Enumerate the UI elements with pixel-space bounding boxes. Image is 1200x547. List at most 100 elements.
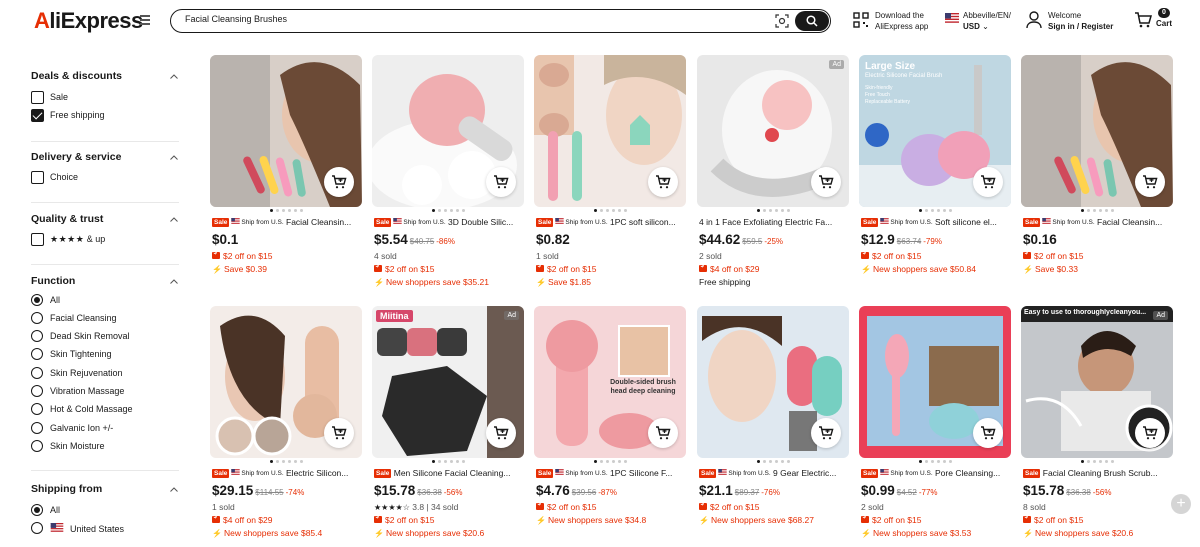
function-radio[interactable] <box>31 385 43 397</box>
sign-in-link[interactable]: Welcome Sign in / Register <box>1048 10 1113 32</box>
product-title[interactable]: Sale Ship from U.S. Soft silicone el... <box>861 217 1011 229</box>
product-title[interactable]: Sale Ship from U.S. Electric Silicon... <box>212 468 362 480</box>
chevron-up-icon[interactable] <box>170 217 178 222</box>
function-radio[interactable] <box>31 367 43 379</box>
add-to-cart-button[interactable] <box>973 167 1003 197</box>
add-to-cart-button[interactable] <box>648 418 678 448</box>
product-title[interactable]: Sale Ship from U.S. 1PC soft silicon... <box>536 217 686 229</box>
search-button[interactable] <box>795 11 829 31</box>
region-selector[interactable]: Abbeville/EN/USD ⌄ <box>963 10 1011 32</box>
carousel-dots[interactable] <box>210 209 362 214</box>
product-image[interactable]: Ad Easy to use to thoroughlycleanyou... <box>1021 306 1173 458</box>
function-radio[interactable] <box>31 440 43 452</box>
product-title[interactable]: Sale Facial Cleaning Brush Scrub... <box>1023 468 1173 480</box>
carousel-dots[interactable] <box>697 460 849 465</box>
product-title[interactable]: Sale Ship from U.S. Pore Cleansing... <box>861 468 1011 480</box>
bolt-icon: ⚡ <box>1023 529 1033 538</box>
function-radio[interactable] <box>31 294 43 306</box>
product-image[interactable]: Ad Miitina <box>372 306 524 458</box>
aliexpress-logo[interactable]: AliExpress <box>34 8 150 34</box>
bolt-icon: ⚡ <box>699 516 709 525</box>
user-icon[interactable] <box>1026 11 1042 29</box>
add-to-cart-button[interactable] <box>811 418 841 448</box>
coupon-offer: $2 off on $15 <box>861 250 921 261</box>
product-title[interactable]: Sale Ship from U.S. Facial Cleansin... <box>212 217 362 229</box>
search-bar[interactable]: Facial Cleansing Brushes <box>170 9 831 33</box>
product-image[interactable] <box>859 306 1011 458</box>
product-title[interactable]: Sale Ship from U.S. Facial Cleansin... <box>1023 217 1173 229</box>
cart-label[interactable]: Cart <box>1156 19 1172 28</box>
function-radio[interactable] <box>31 403 43 415</box>
function-section-title[interactable]: Function <box>31 275 75 287</box>
sale-checkbox[interactable] <box>31 91 44 104</box>
original-price: $89.37 <box>734 488 760 497</box>
function-radio[interactable] <box>31 330 43 342</box>
carousel-dots[interactable] <box>859 209 1011 214</box>
star-rating-icon: ★★★★ <box>50 234 85 244</box>
product-title[interactable]: Sale Men Silicone Facial Cleaning... <box>374 468 524 480</box>
carousel-dots[interactable] <box>1021 209 1173 214</box>
carousel-dots[interactable] <box>372 460 524 465</box>
ship-all-radio[interactable] <box>31 504 43 516</box>
product-title[interactable]: Sale Ship from U.S. 9 Gear Electric... <box>699 468 849 480</box>
quality-section-title[interactable]: Quality & trust <box>31 213 103 225</box>
product-image[interactable] <box>697 306 849 458</box>
carousel-dots[interactable] <box>210 460 362 465</box>
product-image[interactable]: Double-sided brush head deep cleaning <box>534 306 686 458</box>
rating-checkbox[interactable] <box>31 233 44 246</box>
deals-section-title[interactable]: Deals & discounts <box>31 70 122 82</box>
qr-code-icon[interactable] <box>853 12 869 28</box>
cart-icon[interactable] <box>1134 12 1152 28</box>
product-image[interactable] <box>210 306 362 458</box>
add-to-cart-button[interactable] <box>324 167 354 197</box>
carousel-dots[interactable] <box>697 209 849 214</box>
search-input[interactable]: Facial Cleansing Brushes <box>185 14 287 24</box>
product-image[interactable] <box>534 55 686 207</box>
us-flag-icon <box>393 218 403 224</box>
delivery-section-title[interactable]: Delivery & service <box>31 151 121 163</box>
download-app-link[interactable]: Download the AliExpress app <box>875 10 928 32</box>
add-to-cart-button[interactable] <box>648 167 678 197</box>
carousel-dots[interactable] <box>534 209 686 214</box>
product-title[interactable]: Sale Ship from U.S. 1PC Silicone F... <box>536 468 686 480</box>
carousel-dots[interactable] <box>534 460 686 465</box>
add-to-cart-button[interactable] <box>1135 418 1165 448</box>
function-radio[interactable] <box>31 348 43 360</box>
add-to-cart-button[interactable] <box>486 418 516 448</box>
menu-icon[interactable] <box>140 15 150 25</box>
chevron-up-icon[interactable] <box>170 155 178 160</box>
savings-line: ⚡ New shoppers save $34.8 <box>536 515 647 525</box>
add-to-cart-button[interactable] <box>324 418 354 448</box>
shipping-from-section-title[interactable]: Shipping from <box>31 483 102 495</box>
carousel-dots[interactable] <box>859 460 1011 465</box>
add-to-cart-button[interactable] <box>1135 167 1165 197</box>
ship-us-radio[interactable] <box>31 522 43 534</box>
sale-badge: Sale <box>374 469 392 478</box>
carousel-dots[interactable] <box>1021 460 1173 465</box>
add-to-cart-icon <box>656 426 671 440</box>
function-radio[interactable] <box>31 312 43 324</box>
product-image[interactable] <box>210 55 362 207</box>
choice-checkbox[interactable] <box>31 171 44 184</box>
product-image[interactable] <box>372 55 524 207</box>
chevron-up-icon[interactable] <box>170 279 178 284</box>
add-to-cart-button[interactable] <box>486 167 516 197</box>
product-image[interactable]: Ad <box>697 55 849 207</box>
chevron-up-icon[interactable] <box>170 487 178 492</box>
ship-from-badge: Ship from U.S. <box>555 469 608 477</box>
add-to-cart-button[interactable] <box>811 167 841 197</box>
product-title[interactable]: Sale Ship from U.S. 3D Double Silic... <box>374 217 524 229</box>
ship-from-badge: Ship from U.S. <box>231 218 284 226</box>
plus-icon[interactable]: + <box>1171 494 1191 514</box>
image-search-icon[interactable] <box>775 14 789 28</box>
product-image[interactable]: Large Size Electric Silicone Facial Brush… <box>859 55 1011 207</box>
chevron-up-icon[interactable] <box>170 74 178 79</box>
function-radio[interactable] <box>31 422 43 434</box>
carousel-dots[interactable] <box>372 209 524 214</box>
add-to-cart-button[interactable] <box>973 418 1003 448</box>
sold-count: 2 sold <box>861 502 884 512</box>
product-title[interactable]: 4 in 1 Face Exfoliating Electric Fa... <box>699 217 849 229</box>
free-shipping-checkbox[interactable] <box>31 109 44 122</box>
product-image[interactable] <box>1021 55 1173 207</box>
divider <box>31 141 179 142</box>
